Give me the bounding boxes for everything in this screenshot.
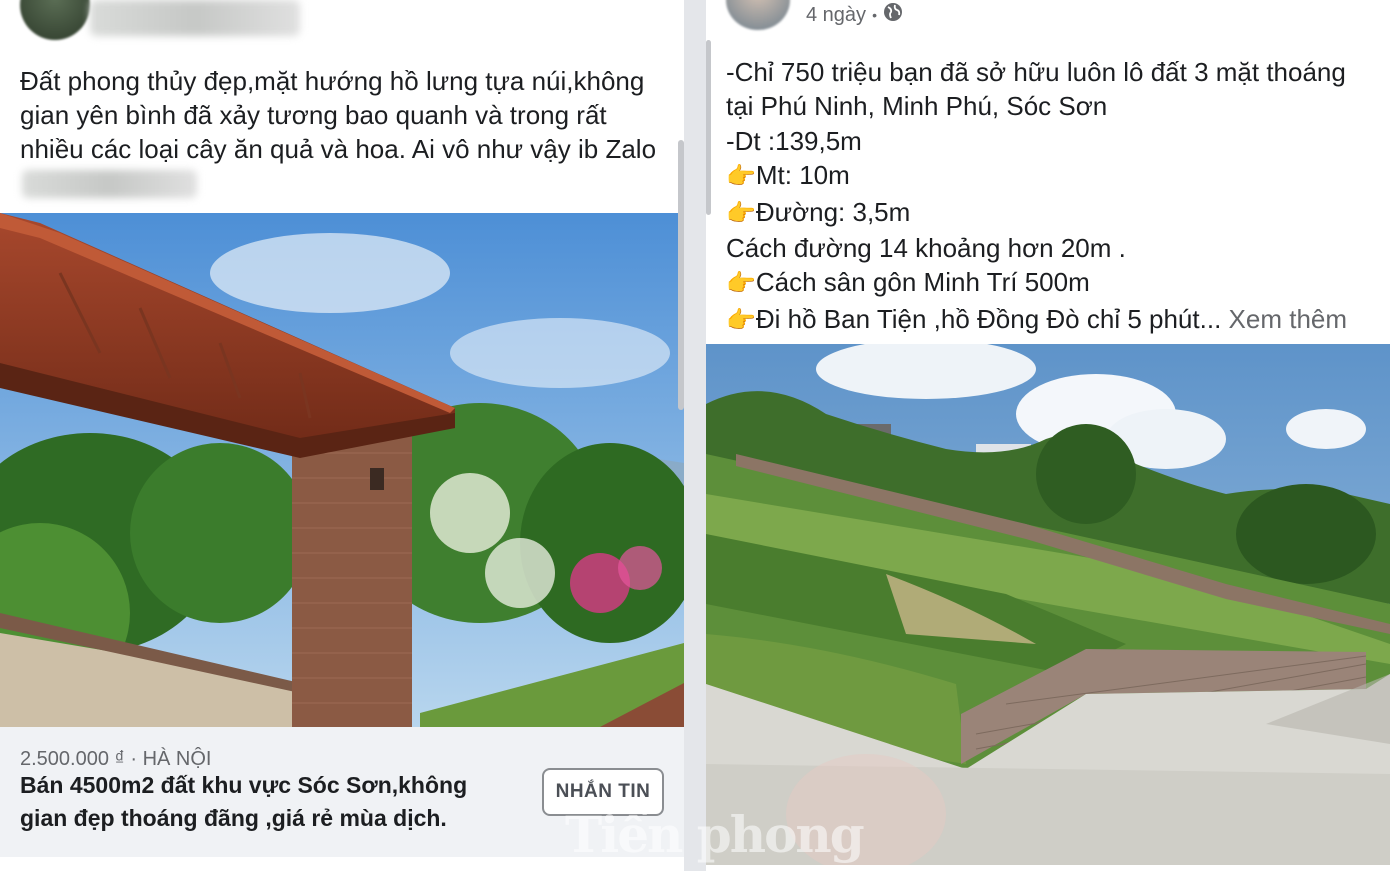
post-line: tại Phú Ninh, Minh Phú, Sóc Sơn [726,91,1108,122]
listing-photo[interactable] [706,344,1390,865]
zalo-contact [22,170,197,198]
bullet-line: 👉Mt: 10m [726,158,1386,194]
bullet-text: Cách sân gôn Minh Trí 500m [755,267,1090,298]
post-meta: 4 ngày • [806,2,903,28]
globe-icon [883,2,903,28]
avatar[interactable] [20,0,90,40]
post-line: Cách đường 14 khoảng hơn 20m . [726,233,1126,264]
land-lot-image [706,344,1390,865]
right-post: 4 ngày • -Chỉ 750 triệu bạn đã sở hữu lu… [706,0,1390,871]
post-text: Đất phong thủy đẹp,mặt hướng hồ lưng tựa… [20,66,657,164]
pointing-hand-icon: 👉 [726,306,756,334]
avatar[interactable] [726,0,790,30]
right-scrollbar[interactable] [706,40,711,215]
see-more-link[interactable]: Xem thêm [1229,304,1348,334]
bullet-line: 👉Đường: 3,5m [726,195,1386,231]
garden-gate-image [0,213,684,727]
bullet-line: 👉Cách sân gôn Minh Trí 500m [726,265,1386,301]
bullet-text: Đường: 3,5m [755,196,911,227]
pointing-hand-icon: 👉 [726,199,756,227]
left-post: Đất phong thủy đẹp,mặt hướng hồ lưng tựa… [0,0,684,871]
watermark: Tiền phong [565,805,865,864]
separator: • [872,7,877,23]
bullet-text: Mt: 10m [755,160,850,191]
price-location: 2.500.000 ₫ · HÀ NỘI [20,748,212,770]
post-body: -Chỉ 750 triệu bạn đã sở hữu luôn lô đất… [726,55,1386,338]
bullet-text: Đi hồ Ban Tiện ,hồ Đồng Đò chỉ 5 phút... [755,303,1222,334]
bullet-line: 👉Đi hồ Ban Tiện ,hồ Đồng Đò chỉ 5 phút..… [726,302,1386,338]
listing-photo[interactable] [0,213,684,727]
pointing-hand-icon: 👉 [726,163,756,191]
author-name[interactable] [90,0,300,36]
listing-title[interactable]: Bán 4500m2 đất khu vực Sóc Sơn,không gia… [20,769,530,835]
left-scrollbar[interactable] [678,140,684,410]
post-line: -Dt :139,5m [726,125,862,156]
post-timestamp[interactable]: 4 ngày [806,4,866,27]
post-line: -Chỉ 750 triệu bạn đã sở hữu luôn lô đất… [726,57,1346,87]
pointing-hand-icon: 👉 [726,270,756,298]
